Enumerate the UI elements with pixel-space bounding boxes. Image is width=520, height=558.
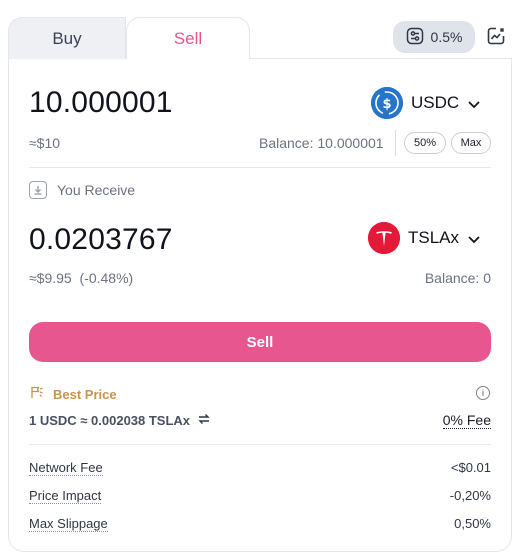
pay-amount-input[interactable]: 10.000001 (29, 86, 173, 120)
card-top-border (249, 58, 512, 59)
best-price-text: Best Price (53, 386, 117, 402)
chevron-down-icon (467, 96, 481, 110)
section-divider (29, 167, 491, 168)
chevron-down-icon (467, 231, 481, 245)
network-fee-value: <$0.01 (450, 460, 491, 475)
max-slippage-value: 0,50% (454, 516, 491, 531)
pay-token-selector[interactable]: $ USDC (371, 87, 481, 119)
settings-sliders-icon (406, 27, 424, 48)
download-icon (29, 181, 47, 199)
receive-label: You Receive (29, 181, 135, 199)
receive-label-text: You Receive (57, 182, 136, 198)
tab-buy[interactable]: Buy (8, 17, 126, 59)
chart-toggle-button[interactable] (485, 27, 507, 49)
sell-button[interactable]: Sell (29, 322, 491, 362)
svg-text:$: $ (382, 97, 391, 112)
pay-token-symbol: USDC (411, 93, 460, 112)
receive-balance: Balance: 0 (424, 270, 491, 286)
receive-usd-amount: ≈$9.95 (29, 270, 72, 286)
swap-arrows-icon[interactable] (198, 413, 210, 428)
chart-icon (486, 26, 506, 51)
exchange-rate: 1 USDC ≈ 0.002038 TSLAx (29, 413, 210, 428)
sparkle-flag-icon (29, 385, 44, 403)
pay-balance: Balance: 10.000001 (259, 135, 384, 151)
details-divider (29, 444, 491, 445)
usdc-icon: $ (371, 87, 403, 119)
price-impact-label[interactable]: Price Impact (29, 488, 102, 504)
receive-token-symbol: TSLAx (408, 228, 460, 247)
receive-amount: 0.0203767 (29, 223, 173, 256)
balance-divider (395, 130, 396, 156)
tesla-icon (368, 222, 400, 254)
fee-label[interactable]: 0% Fee (442, 412, 491, 429)
slippage-value: 0.5% (430, 29, 463, 45)
best-price-label: Best Price (29, 385, 117, 403)
tab-sell[interactable]: Sell (126, 17, 250, 59)
info-icon[interactable]: i (476, 386, 490, 400)
exchange-rate-text: 1 USDC ≈ 0.002038 TSLAx (29, 413, 191, 428)
max-slippage-label[interactable]: Max Slippage (29, 516, 108, 532)
price-impact-value: -0,20% (449, 488, 491, 503)
receive-usd-value: ≈$9.95 (-0.48%) (29, 270, 133, 286)
pay-usd-value: ≈$10 (29, 135, 61, 151)
max-amount-button[interactable]: Max (451, 132, 491, 154)
slippage-settings-button[interactable]: 0.5% (393, 21, 475, 53)
receive-token-selector[interactable]: TSLAx (368, 222, 481, 254)
trade-tabs: Buy Sell (8, 17, 250, 59)
network-fee-label[interactable]: Network Fee (29, 460, 103, 476)
half-amount-button[interactable]: 50% (404, 132, 446, 154)
receive-price-change: (-0.48%) (79, 270, 134, 286)
